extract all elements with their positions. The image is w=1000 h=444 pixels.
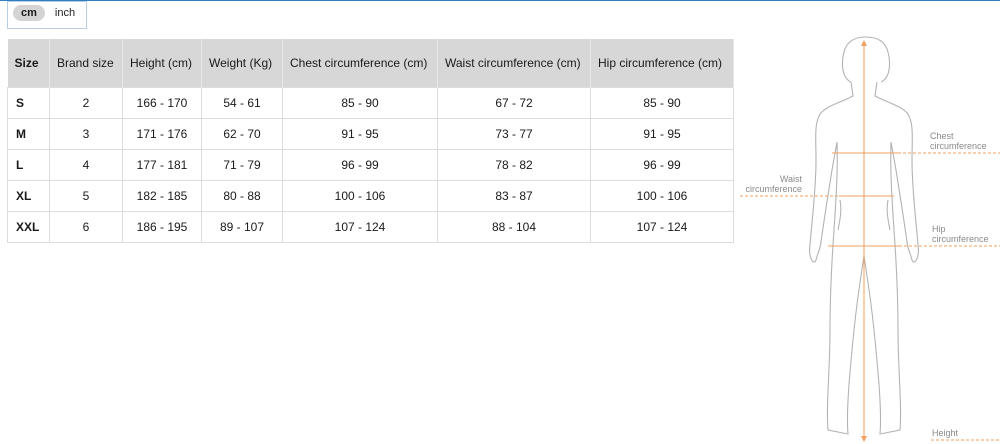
cell-brand-size: 3 — [49, 118, 123, 150]
hip-label: Hip circumference — [932, 224, 989, 244]
cell-size: L — [7, 149, 50, 181]
cell-height: 177 - 181 — [122, 149, 202, 181]
cell-brand-size: 2 — [49, 87, 123, 119]
cell-weight: 54 - 61 — [201, 87, 283, 119]
size-chart-table: Size Brand size Height (cm) Weight (Kg) … — [7, 39, 734, 243]
cell-hip: 91 - 95 — [590, 118, 734, 150]
table-header-row: Size Brand size Height (cm) Weight (Kg) … — [7, 39, 734, 88]
chest-label: Chest circumference — [930, 131, 987, 151]
cell-waist: 73 - 77 — [437, 118, 591, 150]
cell-size: XXL — [7, 211, 50, 243]
cell-size: S — [7, 87, 50, 119]
header-height: Height (cm) — [122, 39, 202, 88]
hip-label-line1: Hip — [932, 224, 946, 234]
cell-size: XL — [7, 180, 50, 212]
cell-chest: 107 - 124 — [282, 211, 438, 243]
cell-chest: 96 - 99 — [282, 149, 438, 181]
cell-height: 182 - 185 — [122, 180, 202, 212]
cell-size: M — [7, 118, 50, 150]
cell-weight: 62 - 70 — [201, 118, 283, 150]
unit-inch-button[interactable]: inch — [49, 5, 81, 21]
cell-brand-size: 5 — [49, 180, 123, 212]
height-arrow-top — [861, 40, 867, 46]
header-weight: Weight (Kg) — [201, 39, 283, 88]
cell-waist: 67 - 72 — [437, 87, 591, 119]
cell-height: 186 - 195 — [122, 211, 202, 243]
table-row: XXL 6 186 - 195 89 - 107 107 - 124 88 - … — [7, 211, 734, 243]
cell-waist: 78 - 82 — [437, 149, 591, 181]
cell-waist: 88 - 104 — [437, 211, 591, 243]
cell-chest: 91 - 95 — [282, 118, 438, 150]
body-measurement-figure: Chest circumference Waist circumference … — [736, 30, 1000, 444]
hip-label-line2: circumference — [932, 234, 989, 244]
table-row: M 3 171 - 176 62 - 70 91 - 95 73 - 77 91… — [7, 118, 734, 150]
waist-label-line2: circumference — [745, 184, 802, 194]
cell-weight: 89 - 107 — [201, 211, 283, 243]
table-row: L 4 177 - 181 71 - 79 96 - 99 78 - 82 96… — [7, 149, 734, 181]
unit-cm-button[interactable]: cm — [13, 5, 45, 21]
cell-hip: 96 - 99 — [590, 149, 734, 181]
header-chest: Chest circumference (cm) — [282, 39, 438, 88]
cell-hip: 107 - 124 — [590, 211, 734, 243]
height-arrow-bottom — [861, 436, 867, 442]
chest-label-line1: Chest — [930, 131, 954, 141]
cell-weight: 71 - 79 — [201, 149, 283, 181]
header-hip: Hip circumference (cm) — [590, 39, 734, 88]
cell-hip: 100 - 106 — [590, 180, 734, 212]
cell-hip: 85 - 90 — [590, 87, 734, 119]
cell-chest: 85 - 90 — [282, 87, 438, 119]
header-size: Size — [7, 39, 50, 88]
cell-brand-size: 6 — [49, 211, 123, 243]
cell-height: 171 - 176 — [122, 118, 202, 150]
cell-height: 166 - 170 — [122, 87, 202, 119]
table-row: XL 5 182 - 185 80 - 88 100 - 106 83 - 87… — [7, 180, 734, 212]
cell-chest: 100 - 106 — [282, 180, 438, 212]
top-accent-line — [0, 0, 1000, 1]
waist-label-line1: Waist — [779, 174, 802, 184]
header-brand-size: Brand size — [49, 39, 123, 88]
height-label: Height — [932, 428, 959, 438]
header-waist: Waist circumference (cm) — [437, 39, 591, 88]
unit-toggle: cm inch — [7, 1, 87, 29]
cell-brand-size: 4 — [49, 149, 123, 181]
cell-weight: 80 - 88 — [201, 180, 283, 212]
cell-waist: 83 - 87 — [437, 180, 591, 212]
waist-label: Waist circumference — [742, 174, 802, 194]
table-row: S 2 166 - 170 54 - 61 85 - 90 67 - 72 85… — [7, 87, 734, 119]
chest-label-line2: circumference — [930, 141, 987, 151]
